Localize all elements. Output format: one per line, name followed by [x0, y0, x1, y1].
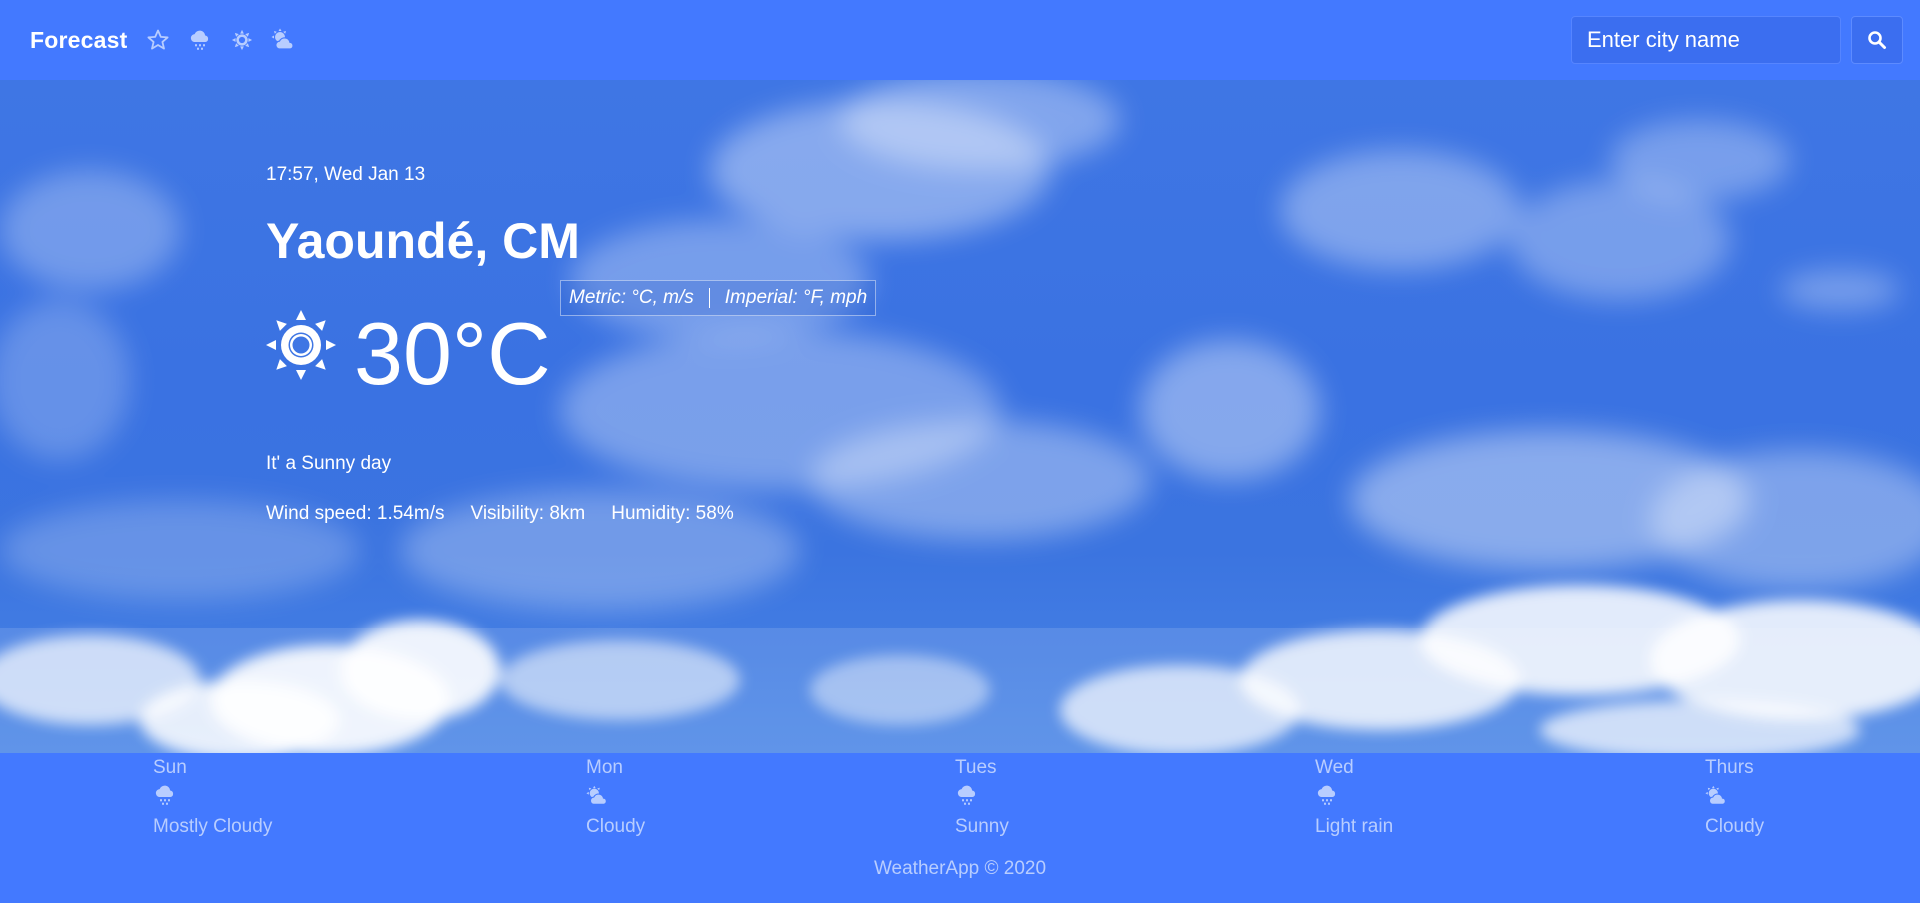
brand-title[interactable]: Forecast	[30, 27, 127, 54]
navbar: Forecast	[0, 0, 1920, 80]
unit-toggle: Metric: °C, m/s Imperial: °F, mph	[560, 280, 877, 316]
search-button[interactable]	[1851, 16, 1903, 64]
current-weather-hero: 17:57, Wed Jan 13 Yaoundé, CM Metric: °C…	[0, 80, 1920, 753]
partly-cloudy-icon	[1705, 785, 1726, 805]
search-icon	[1868, 31, 1886, 49]
forecast-day: Wed Light rain	[1315, 757, 1393, 838]
forecast-day-name: Tues	[955, 757, 997, 778]
footer-copyright: WeatherApp © 2020	[873, 858, 1047, 879]
wind-speed: Wind speed: 1.54m/s	[266, 503, 445, 524]
forecast-day: Mon Cloudy	[586, 757, 645, 838]
forecast-day-name: Wed	[1315, 757, 1354, 778]
unit-divider	[708, 288, 710, 308]
current-datetime: 17:57, Wed Jan 13	[266, 164, 426, 185]
forecast-day: Sun Mostly Cloudy	[153, 757, 272, 838]
forecast-row: Sun Mostly Cloudy Mon Cloudy Tues Sunny …	[0, 753, 1920, 853]
forecast-day: Tues Sunny	[955, 757, 1009, 838]
partly-cloudy-icon	[586, 785, 607, 805]
forecast-condition: Sunny	[955, 816, 1009, 837]
partly-cloudy-icon[interactable]	[271, 27, 297, 53]
city-search-input[interactable]	[1571, 16, 1841, 64]
rain-cloud-icon[interactable]	[187, 27, 213, 53]
weather-stats: Wind speed: 1.54m/s Visibility: 8km Humi…	[266, 503, 734, 525]
search-form	[1571, 16, 1903, 64]
sun-icon	[266, 310, 336, 380]
forecast-day-name: Thurs	[1705, 757, 1754, 778]
rain-cloud-icon	[957, 785, 976, 805]
forecast-condition: Cloudy	[586, 816, 646, 837]
sun-icon[interactable]	[229, 27, 255, 53]
rain-cloud-icon	[155, 785, 174, 805]
star-icon[interactable]	[145, 27, 171, 53]
forecast-day-name: Sun	[153, 757, 187, 778]
rain-cloud-icon	[1317, 785, 1336, 805]
forecast-condition: Cloudy	[1705, 816, 1765, 837]
imperial-unit-option[interactable]: Imperial: °F, mph	[725, 287, 867, 309]
hero-overlay-band	[0, 628, 1920, 753]
forecast-day: Thurs Cloudy	[1705, 757, 1764, 838]
nav-icons	[145, 27, 297, 53]
forecast-condition: Light rain	[1315, 816, 1394, 837]
metric-unit-option[interactable]: Metric: °C, m/s	[569, 287, 694, 309]
city-name: Yaoundé, CM	[266, 213, 580, 269]
humidity: Humidity: 58%	[611, 503, 734, 524]
forecast-condition: Mostly Cloudy	[153, 816, 273, 837]
weather-description: It' a Sunny day	[266, 453, 392, 474]
current-temperature: 30°C	[354, 304, 551, 403]
visibility: Visibility: 8km	[470, 503, 586, 524]
forecast-day-name: Mon	[586, 757, 623, 778]
